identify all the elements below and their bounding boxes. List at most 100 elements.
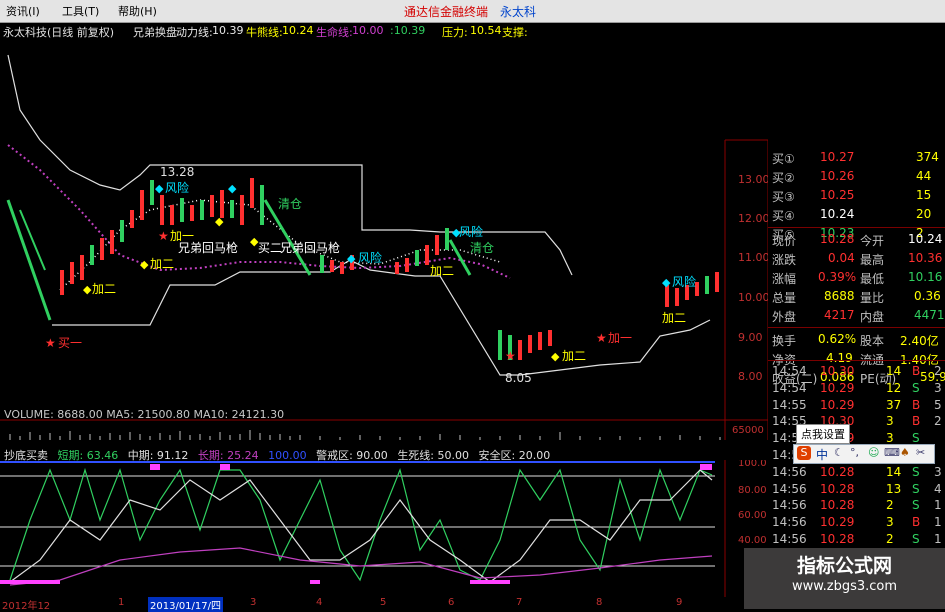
tick-time: 14:54 — [772, 380, 807, 395]
svg-text:◆: ◆ — [551, 350, 560, 363]
tick-price: 10.29 — [820, 515, 855, 530]
menu-item-tools[interactable]: 工具(T) — [62, 3, 99, 19]
stock-tab[interactable]: 永太科 — [500, 3, 536, 20]
diamond-icons: ◆ ◆ ◆ ◆ ◆ — [83, 215, 560, 363]
stat-value: 8688 — [824, 289, 855, 303]
bid-volume: 15 — [916, 188, 932, 202]
ime-toolbar[interactable]: S 中 ☾ °, ☺ ⌨ ♠ ✂ — [793, 444, 935, 464]
menu-bar: 资讯(I) 工具(T) 帮助(H) 通达信金融终端 永太科 — [0, 0, 945, 23]
price-tick: 11.00 — [738, 251, 770, 264]
stat-label: 内盘 — [860, 310, 885, 324]
risk-label: 风险 — [358, 250, 382, 265]
tools-icon[interactable]: ✂ — [916, 446, 925, 459]
stock-name: 永太科技(日线 前复权) — [3, 26, 115, 39]
svg-text:◆: ◆ — [215, 215, 224, 228]
dongli-label: 动力线: — [176, 26, 213, 39]
clear-label: 清仓 — [470, 241, 494, 255]
date-tick: 5 — [380, 597, 387, 608]
bid-price: 10.27 — [820, 150, 855, 164]
indicator-chart[interactable]: 100.0 80.00 60.00 40.00 — [0, 460, 768, 597]
emoji-icon[interactable]: ☺ — [868, 446, 879, 459]
volume-label: VOLUME: 8688.00 MA5: 21500.80 MA10: 2412… — [4, 408, 285, 421]
short-term-line — [9, 467, 713, 582]
date-tick: 1 — [118, 597, 125, 608]
tick-time: 14:56 — [772, 498, 807, 513]
stat-label: 涨幅 — [772, 272, 797, 286]
tick-time: 14:56 — [772, 481, 807, 496]
tick-vol: 12 — [886, 380, 902, 395]
stat-label: 涨跌 — [772, 253, 797, 267]
price-tick: 8.00 — [738, 370, 763, 383]
menu-item-info[interactable]: 资讯(I) — [6, 3, 40, 19]
bid-price: 10.25 — [820, 188, 855, 202]
tick-vol: 13 — [886, 481, 902, 496]
bid-volume: 44 — [916, 169, 932, 183]
svg-text:◆: ◆ — [452, 226, 461, 239]
yali-value: 10.54 — [470, 24, 502, 37]
settings-tooltip: 点我设置 — [796, 424, 850, 444]
diamond-icons: ◆ ◆ ◆ ◆ ◆ — [155, 182, 671, 289]
keyboard-icon[interactable]: ⌨ — [884, 446, 900, 459]
punctuation-icon[interactable]: °, — [850, 446, 859, 459]
stat-label: 最低 — [860, 272, 885, 286]
indicator-tick: 40.00 — [738, 535, 767, 546]
ime-mode-button[interactable]: 中 — [816, 446, 828, 463]
shengming-label: 生命线: — [316, 26, 353, 39]
menu-item-help[interactable]: 帮助(H) — [118, 3, 157, 19]
date-tick: 8 — [596, 597, 603, 608]
buy-one-label: 买一 — [58, 336, 82, 350]
brand-title: 通达信金融终端 — [404, 5, 489, 19]
bid-row: 买② 10.26 44 — [768, 167, 945, 186]
formula-name: 兄弟换盘 — [133, 26, 177, 39]
bid-label: 买① — [772, 152, 795, 166]
bid-label: 买③ — [772, 190, 795, 204]
bid-row: 买③ 10.25 15 — [768, 186, 945, 205]
stat-value: 0.39% — [818, 270, 857, 284]
skin-icon[interactable]: ♠ — [900, 446, 910, 459]
add-two-label: 加二 — [92, 282, 116, 296]
tick-time: 14:54 — [772, 364, 807, 378]
stat-value: 4471 — [914, 308, 945, 322]
tick-row: 14:56 10.28 2 S 1 — [768, 530, 945, 548]
combo-label: 兄弟回马枪 — [280, 240, 340, 255]
risk-label: 风险 — [165, 180, 189, 195]
watermark-title: 指标公式网 — [796, 555, 892, 577]
stat-value: 10.24 — [908, 232, 943, 246]
tick-time: 14:56 — [772, 464, 807, 479]
date-cursor: 2013/01/17/四 — [148, 597, 224, 612]
ime-logo-icon[interactable]: S — [797, 446, 811, 460]
svg-text:★: ★ — [505, 349, 516, 363]
stat-value: 2.40亿 — [900, 334, 939, 348]
combo-label: 兄弟回马枪 — [178, 240, 238, 255]
tick-n: 2 — [934, 414, 942, 429]
svg-text:◆: ◆ — [228, 182, 237, 195]
bid-label: 买④ — [772, 209, 795, 223]
indicator-tick: 60.00 — [738, 510, 767, 521]
stat-label: 股本 — [860, 334, 885, 348]
tick-price: 10.28 — [820, 464, 855, 479]
niuxiong-value: 10.24 — [282, 24, 314, 37]
tick-price: 10.28 — [820, 532, 855, 546]
stat-row: 换手 0.62% 股本 2.40亿 — [768, 330, 945, 349]
moon-icon[interactable]: ☾ — [834, 446, 844, 459]
tick-side: S — [912, 380, 920, 395]
price-tick: 12.00 — [738, 212, 770, 225]
tick-vol: 3 — [886, 414, 894, 429]
tick-n: 2 — [934, 364, 942, 378]
add-two-label: 加二 — [662, 311, 686, 325]
tick-time: 14:56 — [772, 532, 807, 546]
tick-vol: 3 — [886, 515, 894, 530]
zhicheng-label: 支撑: — [502, 26, 528, 39]
high-label: 13.28 — [160, 165, 194, 179]
shengming-value: 10.00 — [352, 24, 384, 37]
tick-price: 10.28 — [820, 498, 855, 513]
tick-vol: 14 — [886, 364, 902, 378]
panel-divider — [768, 360, 945, 361]
stat-value: 10.16 — [908, 270, 943, 284]
tick-vol: 37 — [886, 397, 902, 412]
bid-price: 10.26 — [820, 169, 855, 183]
tick-price: 10.30 — [820, 364, 855, 378]
clear-label: 清仓 — [278, 197, 302, 211]
tick-side: S — [912, 481, 920, 496]
stat-label: 外盘 — [772, 310, 797, 324]
